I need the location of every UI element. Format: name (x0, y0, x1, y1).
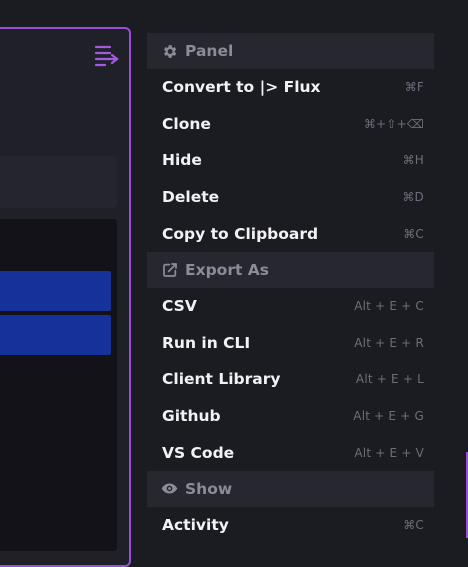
panel-section-header: Panel (147, 33, 434, 69)
menu-item-activity[interactable]: Activity ⌘C (147, 507, 434, 544)
export-section-header: Export As (147, 251, 434, 288)
menu-item-shortcut: Alt + E + R (354, 335, 424, 350)
query-field[interactable] (0, 156, 117, 208)
menu-item-shortcut: Alt + E + C (354, 299, 424, 314)
menu-item-label: Convert to |> Flux (162, 78, 321, 97)
menu-item-shortcut: Alt + E + G (353, 409, 424, 424)
section-label: Export As (185, 260, 270, 279)
section-label: Show (185, 479, 233, 498)
data-bar (0, 271, 111, 311)
menu-item-label: CSV (162, 297, 197, 316)
menu-item-csv[interactable]: CSV Alt + E + C (147, 288, 434, 325)
menu-item-clone[interactable]: Clone ⌘+⇧+⌫ (147, 106, 434, 143)
menu-item-vs-code[interactable]: VS Code Alt + E + V (147, 434, 434, 471)
menu-item-label: VS Code (162, 443, 235, 462)
menu-item-label: Github (162, 407, 221, 426)
menu-item-label: Clone (162, 114, 211, 133)
menu-item-shortcut: Alt + E + V (354, 445, 424, 460)
menu-item-shortcut: ⌘C (403, 226, 424, 241)
menu-item-delete[interactable]: Delete ⌘D (147, 179, 434, 216)
menu-item-client-library[interactable]: Client Library Alt + E + L (147, 361, 434, 398)
menu-item-shortcut: Alt + E + L (355, 372, 424, 387)
gear-icon (161, 43, 178, 60)
menu-item-label: Copy to Clipboard (162, 224, 319, 243)
graph-area (0, 219, 117, 551)
menu-item-label: Hide (162, 151, 202, 170)
menu-item-run-in-cli[interactable]: Run in CLI Alt + E + R (147, 325, 434, 362)
menu-item-label: Run in CLI (162, 333, 251, 352)
menu-item-shortcut: ⌘C (403, 518, 424, 533)
menu-item-hide[interactable]: Hide ⌘H (147, 142, 434, 179)
panel-context-menu: Panel Convert to |> Flux ⌘F Clone ⌘+⇧+⌫ … (147, 33, 434, 544)
export-icon (161, 261, 178, 278)
menu-item-copy-to-clipboard[interactable]: Copy to Clipboard ⌘C (147, 215, 434, 252)
menu-item-github[interactable]: Github Alt + E + G (147, 398, 434, 435)
menu-item-label: Client Library (162, 370, 281, 389)
eye-icon (161, 480, 178, 497)
data-bar (0, 315, 111, 355)
menu-item-label: Activity (162, 516, 229, 535)
menu-item-shortcut: ⌘F (404, 80, 424, 95)
collapse-menu-icon[interactable] (93, 43, 121, 67)
menu-item-shortcut: ⌘+⇧+⌫ (363, 116, 424, 131)
menu-item-convert-to-flux[interactable]: Convert to |> Flux ⌘F (147, 69, 434, 106)
show-section-header: Show (147, 470, 434, 507)
section-label: Panel (185, 42, 234, 60)
menu-item-shortcut: ⌘D (402, 190, 424, 205)
menu-item-label: Delete (162, 188, 220, 207)
menu-item-shortcut: ⌘H (402, 153, 424, 168)
left-panel (0, 27, 131, 567)
